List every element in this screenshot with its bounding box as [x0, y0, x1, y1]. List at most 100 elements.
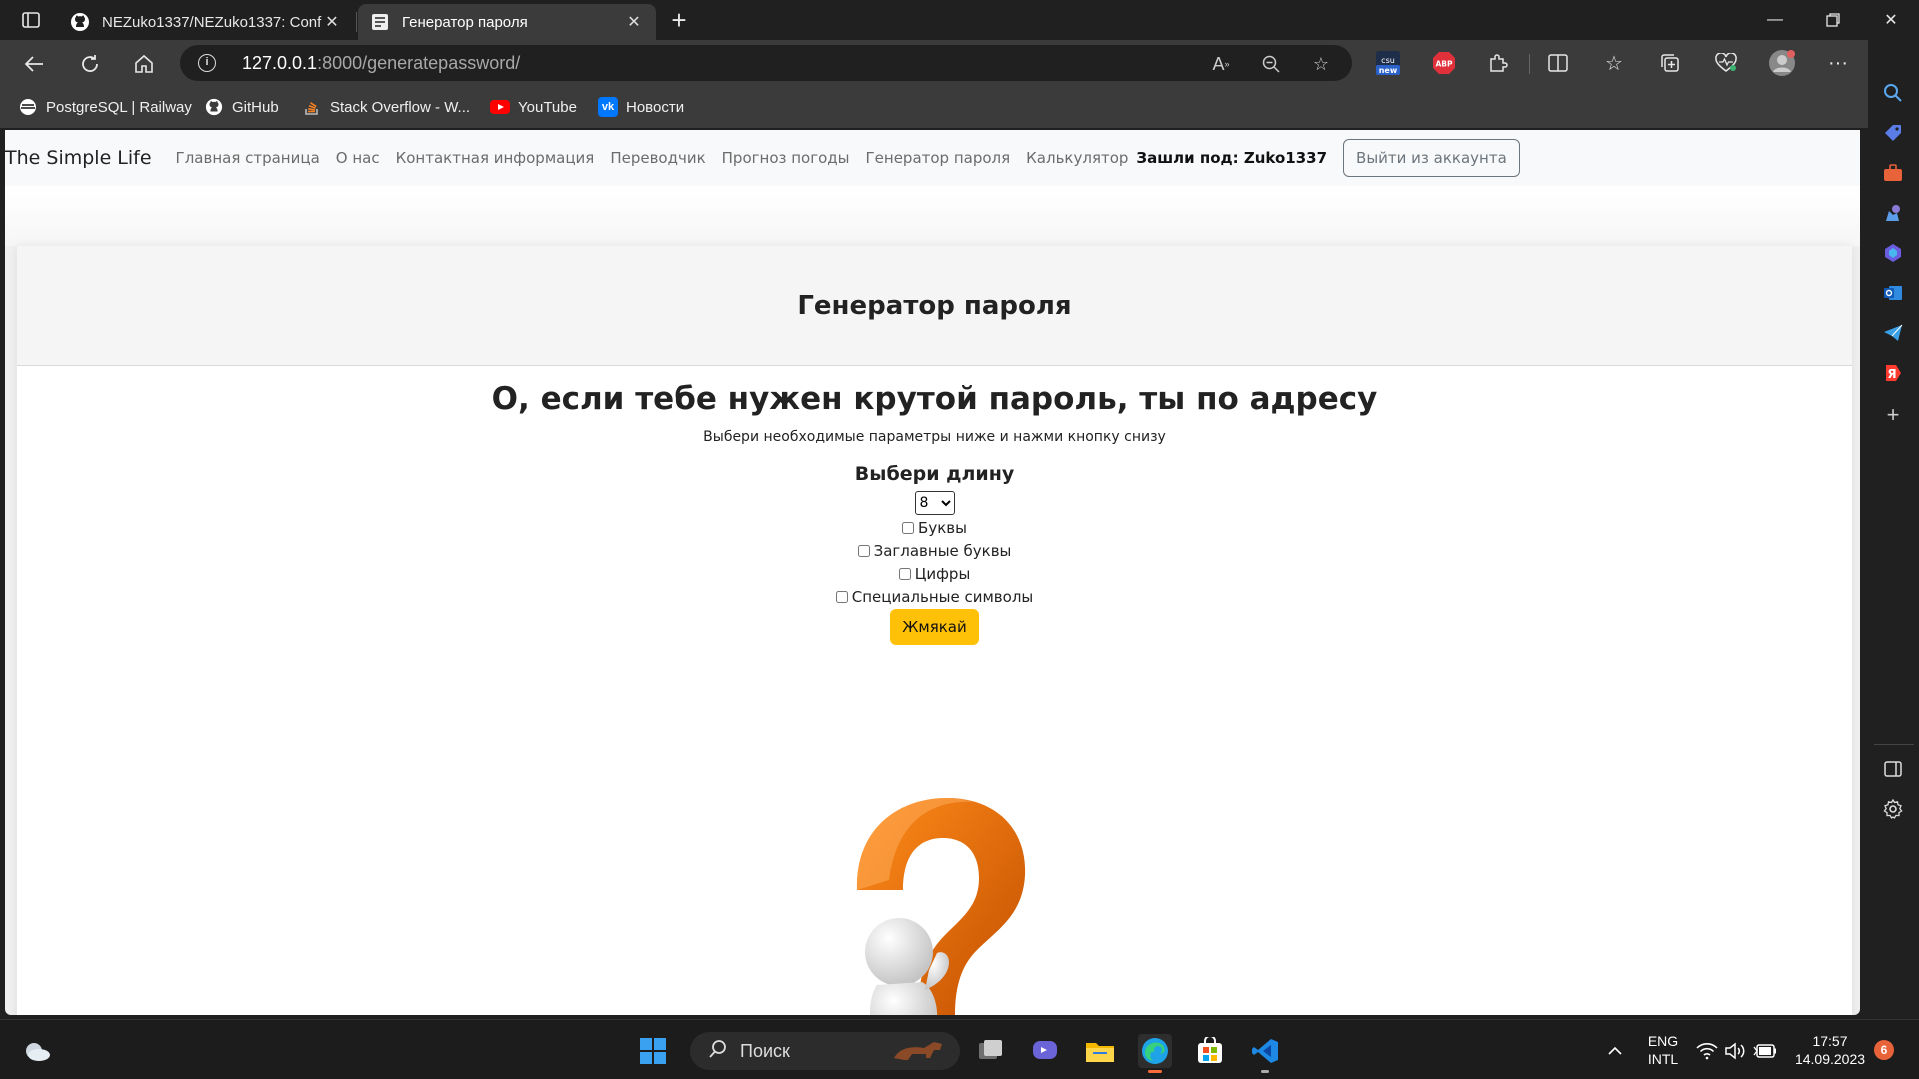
special-checkbox[interactable]	[835, 591, 848, 603]
add-sidebar-app-icon[interactable]: +	[1878, 400, 1908, 430]
length-select[interactable]: 8	[914, 491, 955, 515]
volume-icon[interactable]	[1718, 1034, 1752, 1068]
option-digits[interactable]: Цифры	[17, 564, 1852, 584]
toolbar-divider	[1529, 54, 1530, 74]
favorite-stackoverflow[interactable]: Stack Overflow - W...	[302, 96, 470, 118]
taskbar-search[interactable]: Поиск	[690, 1032, 960, 1070]
github-icon	[204, 97, 224, 117]
nav-link-contacts[interactable]: Контактная информация	[396, 149, 595, 167]
shopping-tag-icon[interactable]	[1878, 118, 1908, 148]
page-viewport: The Simple Life Главная страница О нас К…	[5, 130, 1860, 1015]
battery-icon[interactable]	[1748, 1034, 1782, 1068]
more-menu-icon[interactable]: ···	[1822, 47, 1854, 79]
tab-strip: NEZuko1337/NEZuko1337: Confi ✕ Генератор…	[0, 0, 1919, 40]
read-aloud-icon[interactable]: A»	[1208, 51, 1234, 77]
vk-icon: vk	[598, 97, 618, 117]
back-icon[interactable]	[18, 48, 50, 80]
adblock-plus-icon[interactable]: ABP	[1428, 47, 1460, 79]
letters-checkbox[interactable]	[902, 522, 915, 534]
close-tab-icon[interactable]: ✕	[322, 12, 342, 32]
teams-chat-icon[interactable]	[1028, 1034, 1062, 1068]
task-view-icon[interactable]	[974, 1034, 1008, 1068]
favorite-youtube[interactable]: YouTube	[490, 96, 577, 118]
edge-browser-icon[interactable]	[1138, 1034, 1172, 1073]
address-bar[interactable]: i 127.0.0.1:8000/generatepassword/ A» ☆	[180, 45, 1352, 81]
tools-briefcase-icon[interactable]	[1878, 158, 1908, 188]
clock[interactable]: 17:57 14.09.2023	[1790, 1032, 1870, 1068]
copilot-icon[interactable]	[1878, 238, 1908, 268]
uppercase-checkbox[interactable]	[857, 545, 870, 557]
github-icon	[70, 12, 90, 32]
tab-title: NEZuko1337/NEZuko1337: Confi	[102, 13, 322, 31]
active-app-indicator	[1148, 1070, 1162, 1073]
favorite-railway[interactable]: PostgreSQL | Railway	[18, 96, 192, 118]
yandex-icon[interactable]: Я	[1878, 358, 1908, 388]
tab-title: Генератор пароля	[402, 13, 528, 31]
split-screen-icon[interactable]	[1542, 47, 1574, 79]
input-language[interactable]: ENG INTL	[1643, 1032, 1683, 1068]
file-explorer-icon[interactable]	[1083, 1034, 1117, 1068]
card-header: Генератор пароля	[17, 246, 1852, 366]
favorite-vk-news[interactable]: vk Новости	[598, 96, 684, 118]
favorite-github[interactable]: GitHub	[204, 96, 279, 118]
svg-text:new: new	[1379, 66, 1398, 75]
telegram-send-icon[interactable]	[1878, 318, 1908, 348]
nav-link-weather[interactable]: Прогноз погоды	[722, 149, 850, 167]
refresh-icon[interactable]	[74, 48, 106, 80]
zoom-out-icon[interactable]	[1258, 51, 1284, 77]
notification-badge[interactable]: 6	[1874, 1040, 1894, 1060]
nav-link-about[interactable]: О нас	[336, 149, 380, 167]
generator-card: Генератор пароля О, если тебе нужен крут…	[17, 246, 1852, 1015]
nav-link-password-generator[interactable]: Генератор пароля	[866, 149, 1011, 167]
horse-search-highlight-icon	[890, 1038, 952, 1069]
site-info-icon[interactable]: i	[198, 54, 216, 72]
browser-essentials-icon[interactable]	[1710, 47, 1742, 79]
tab-actions-icon[interactable]	[14, 8, 48, 32]
favorites-icon[interactable]: ☆	[1598, 47, 1630, 79]
option-uppercase[interactable]: Заглавные буквы	[17, 541, 1852, 561]
games-icon[interactable]	[1878, 198, 1908, 228]
csu-extension-icon[interactable]: csu new	[1372, 47, 1404, 79]
collections-icon[interactable]	[1654, 47, 1686, 79]
home-icon[interactable]	[128, 48, 160, 80]
vscode-icon[interactable]	[1248, 1034, 1282, 1073]
favorites-bar: PostgreSQL | Railway GitHub Stack Overfl…	[0, 86, 1919, 128]
youtube-icon	[490, 97, 510, 117]
svg-text:Я: Я	[1887, 367, 1896, 381]
option-special[interactable]: Специальные символы	[17, 587, 1852, 607]
nav-link-home[interactable]: Главная страница	[176, 149, 320, 167]
close-tab-icon[interactable]: ✕	[624, 12, 644, 32]
weather-widget-icon[interactable]	[20, 1034, 54, 1068]
show-hidden-icons-chevron-icon[interactable]	[1598, 1034, 1632, 1068]
settings-gear-icon[interactable]	[1878, 794, 1908, 824]
page-headline: О, если тебе нужен крутой пароль, ты по …	[491, 381, 1378, 417]
hide-sidebar-icon[interactable]	[1878, 754, 1908, 784]
logout-button[interactable]: Выйти из аккаунта	[1343, 139, 1520, 177]
new-tab-icon[interactable]: +	[664, 6, 694, 36]
tab-password-generator[interactable]: Генератор пароля ✕	[358, 4, 656, 40]
page-subtitle: Выбери необходимые параметры ниже и нажм…	[703, 429, 1166, 445]
minimize-icon[interactable]: —	[1749, 0, 1801, 40]
option-letters[interactable]: Буквы	[17, 518, 1852, 538]
profile-avatar[interactable]	[1766, 47, 1798, 79]
maximize-icon[interactable]	[1807, 0, 1859, 40]
svg-text:ABP: ABP	[1435, 60, 1453, 69]
nav-link-calculator[interactable]: Калькулятор	[1026, 149, 1128, 167]
card-title: Генератор пароля	[797, 290, 1072, 321]
digits-checkbox[interactable]	[898, 568, 911, 580]
search-icon[interactable]	[1878, 78, 1908, 108]
microsoft-store-icon[interactable]	[1193, 1034, 1227, 1068]
site-brand[interactable]: The Simple Life	[5, 147, 152, 169]
question-mark-illustration	[856, 798, 1026, 1015]
url-text: 127.0.0.1:8000/generatepassword/	[242, 53, 521, 73]
generate-button[interactable]: Жмякай	[890, 609, 979, 645]
tab-github[interactable]: NEZuko1337/NEZuko1337: Confi ✕	[58, 4, 354, 40]
start-windows-icon[interactable]	[636, 1034, 670, 1068]
outlook-icon[interactable]	[1878, 278, 1908, 308]
favorite-star-icon[interactable]: ☆	[1308, 51, 1334, 77]
close-window-icon[interactable]: ✕	[1865, 0, 1917, 40]
nav-link-translator[interactable]: Переводчик	[610, 149, 705, 167]
extensions-puzzle-icon[interactable]	[1482, 47, 1514, 79]
stackoverflow-icon	[302, 97, 322, 117]
tab-divider	[356, 12, 357, 32]
